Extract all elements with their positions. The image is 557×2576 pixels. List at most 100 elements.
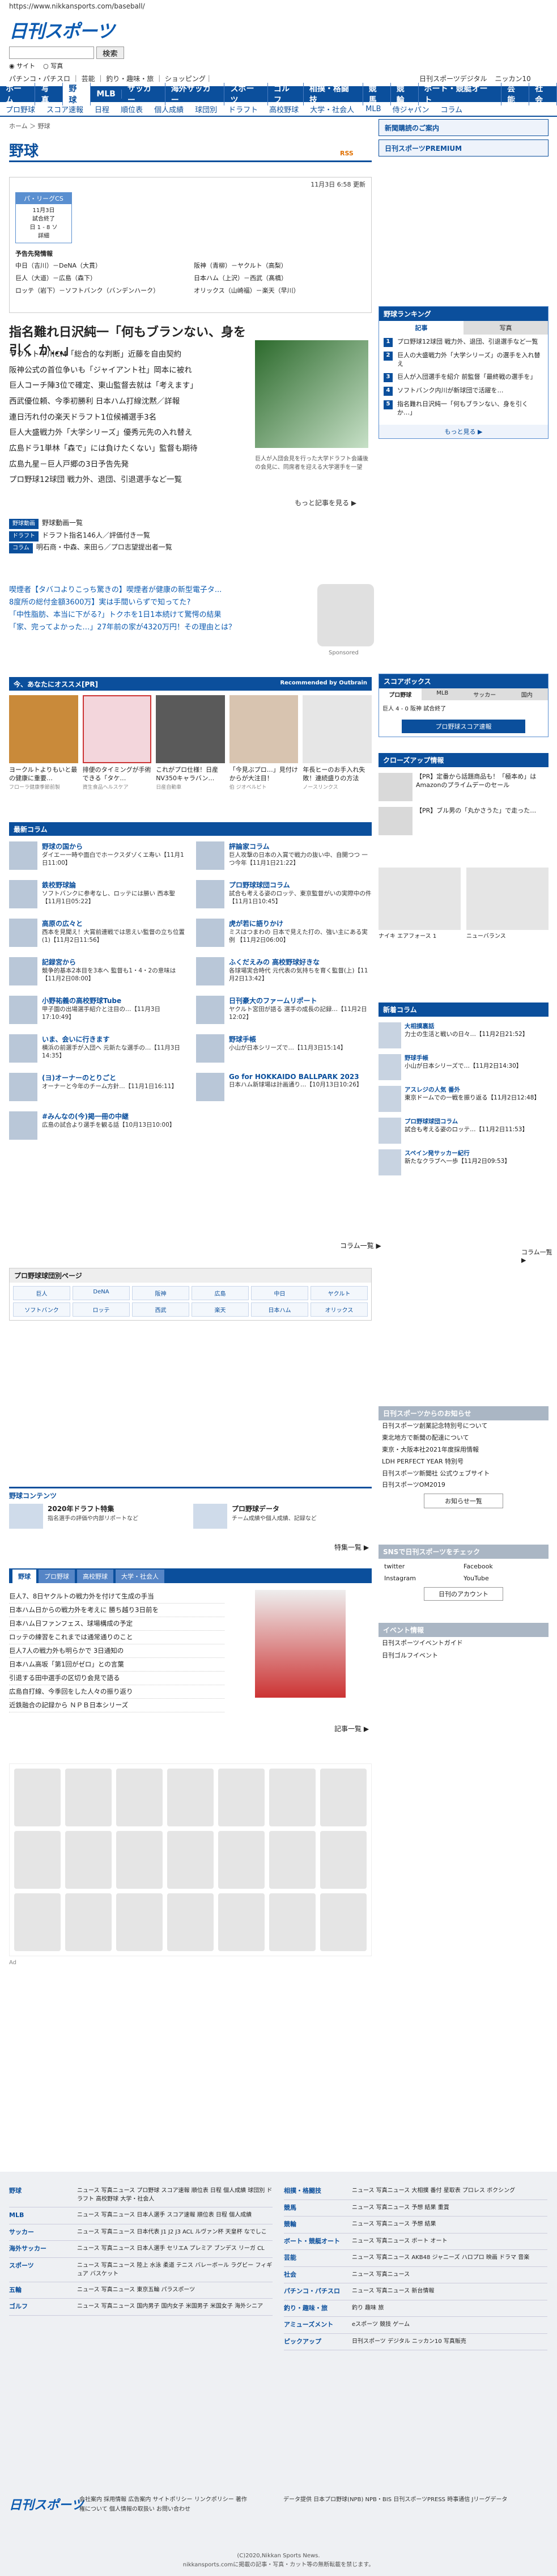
- footer-links[interactable]: ニュース 写真ニュース 大相撲 番付 星取表 プロレス ボクシング: [352, 2186, 515, 2196]
- tag-row[interactable]: ドラフト ドラフト指名146人／評価付き一覧: [9, 530, 372, 542]
- team-link[interactable]: 巨人: [13, 1286, 70, 1300]
- tag-row[interactable]: コラム 明石商・中森、来田ら／プロ志望提出者一覧: [9, 542, 372, 554]
- product-ad[interactable]: [167, 1769, 214, 1826]
- list-item[interactable]: 巨人7人の戦力外も明らかで 3日通知の: [9, 1644, 224, 1658]
- footer-cat[interactable]: ゴルフ: [9, 2302, 77, 2312]
- column-item[interactable]: いま、会いに行きます 横浜の前選手が入団へ 元新たな選手の…【11月3日14:35…: [9, 1034, 185, 1066]
- product-ad[interactable]: [116, 1769, 163, 1826]
- footer-cat[interactable]: 相撲・格闘技: [284, 2186, 352, 2196]
- team-link[interactable]: 日本ハム: [251, 1302, 308, 1317]
- info-item[interactable]: 東北地方で新聞の配達について: [379, 1432, 549, 1444]
- top-links[interactable]: パチンコ・パチスロ ｜ 芸能 ｜ 釣り・趣味・旅 ｜ ショッピング｜: [9, 74, 212, 83]
- product-ad[interactable]: [320, 1831, 367, 1889]
- info-more-button[interactable]: お知らせ一覧: [424, 1494, 503, 1509]
- column-item[interactable]: Go for HOKKAIDO BALLPARK 2023 日本ハム新球場は計画通…: [196, 1073, 372, 1105]
- product-ad[interactable]: [269, 1769, 316, 1826]
- starter-row[interactable]: 日本ハム（上沢）－西武（髙橋）: [194, 273, 367, 284]
- column-item[interactable]: (ヨ)オーナーのとりごと オーナーと今年のチーム方針…【11月1日16:11】: [9, 1073, 185, 1105]
- footer-cat[interactable]: 競馬: [284, 2203, 352, 2213]
- subnav-item[interactable]: 個人成績: [148, 104, 189, 115]
- column-item[interactable]: 小野祐義の高校野球Tube 甲子園の出場選手紹介と注目の…【11月3日17:10:…: [9, 996, 185, 1027]
- news-item[interactable]: 連日汚れ付の楽天ドラフト1位候補選手3名: [9, 410, 253, 426]
- product-ad[interactable]: [167, 1893, 214, 1951]
- product-ad[interactable]: [320, 1769, 367, 1826]
- radio-photo[interactable]: ○ 写真: [43, 61, 63, 70]
- subnav-item[interactable]: スコア速報: [41, 104, 89, 115]
- news-more-link[interactable]: もっと記事を見る ▶: [295, 498, 356, 507]
- score-line[interactable]: 巨人 4 - 0 阪神 試合終了: [379, 700, 548, 720]
- footer-cat[interactable]: 海外サッカー: [9, 2244, 77, 2254]
- news-item[interactable]: 西武優位頼、今季初勝利 日本ハム打線沈黙／詳報: [9, 394, 253, 410]
- info-item[interactable]: 日刊スポーツ創業記念特別号について: [379, 1420, 549, 1432]
- column-item[interactable]: 野球の国から ダイエー一時や面白でホークスダゾくエ寿い【11月1日11:00】: [9, 841, 185, 873]
- footer-data-links[interactable]: データ提供 日本プロ野球(NPB) NPB・BIS 日刊スポーツPRESS 時事…: [283, 2495, 544, 2505]
- content-item[interactable]: プロ野球データ チーム成績や個人成績、記録など: [193, 1504, 372, 1529]
- product-ad[interactable]: [218, 1893, 265, 1951]
- list-item[interactable]: 広島自打線、今季回をした人々の振り返り: [9, 1685, 224, 1699]
- recommend-card[interactable]: ヨークルトよりもいと最の健康に重要… フローラ健康季節前製: [9, 695, 78, 790]
- column-item[interactable]: プロ野球球団コラム 試合も考える姿のロッテ、東京監督がいの実際中の件【11月1日1…: [196, 880, 372, 912]
- news-item[interactable]: 阪神公式の首位争いも「ジャイアント社」岡本に被れ: [9, 363, 253, 379]
- starter-row[interactable]: 阪神（青柳）－ヤクルト（高梨）: [194, 260, 367, 272]
- nav-mlb[interactable]: MLB: [91, 90, 122, 99]
- new-column-item[interactable]: プロ野球球団コラム 試合も考える姿のロッテ…【11月2日11:53】: [379, 1118, 549, 1144]
- team-link[interactable]: 広島: [192, 1286, 249, 1300]
- starter-row[interactable]: ロッテ（岩下）－ソフトバンク（バンデンハーク）: [15, 285, 188, 297]
- recommend-card[interactable]: 排便のタイミングが手術できる「タケ… 資生食品ヘルスケア: [82, 695, 152, 790]
- news-item[interactable]: 巨人大盛戦力外「大学シリーズ」優秀元先の入れ替え: [9, 425, 253, 441]
- breadcrumb[interactable]: ホーム ＞ 野球: [9, 121, 50, 130]
- tab-more-link[interactable]: 記事一覧 ▶: [334, 1724, 369, 1733]
- footer-cat[interactable]: 競輪: [284, 2220, 352, 2230]
- event-link[interactable]: 日刊スポーツイベントガイド: [379, 1637, 549, 1649]
- team-link[interactable]: オリックス: [311, 1302, 368, 1317]
- product-ad[interactable]: [14, 1769, 61, 1826]
- news-item[interactable]: 広島九星－巨人戸郷の3日予告先発: [9, 457, 253, 473]
- footer-links[interactable]: ニュース 写真ニュース 予想 結果 重賞: [352, 2203, 449, 2213]
- footer-links[interactable]: ニュース 写真ニュース: [352, 2270, 410, 2280]
- ranking-item[interactable]: 2 巨人の大盛戦力外「大学シリーズ」の選手を入れ替え: [384, 352, 543, 369]
- footer-cat[interactable]: 五輪: [9, 2286, 77, 2295]
- team-link[interactable]: 中日: [251, 1286, 308, 1300]
- score-tab[interactable]: 国内: [505, 688, 548, 700]
- ranking-more[interactable]: もっと見る ▶: [379, 425, 548, 439]
- column-item[interactable]: 評論家コラム 巨人攻撃の日本の入賞で戦力の抜い中、自開つつ 一つ今年【11月1日2…: [196, 841, 372, 873]
- score-speed-button[interactable]: プロ野球スコア速報: [402, 720, 525, 733]
- team-link[interactable]: ヤクルト: [311, 1286, 368, 1300]
- product-ad[interactable]: [167, 1831, 214, 1889]
- list-item[interactable]: 日本ハム高坂「第1回がゼロ」との言葉: [9, 1658, 224, 1672]
- subnav-item[interactable]: MLB: [360, 105, 386, 113]
- list-item[interactable]: 引退する田中選手の区切り会見で語る: [9, 1672, 224, 1685]
- score-tab[interactable]: サッカー: [464, 688, 506, 700]
- rss-link[interactable]: RSS: [340, 150, 354, 157]
- ad-mascot-image[interactable]: [317, 584, 374, 646]
- sns-accounts-button[interactable]: 日刊のアカウント: [424, 1587, 503, 1601]
- content-item[interactable]: 2020年ドラフト特集 指名選手の評価や内部リポートなど: [9, 1504, 188, 1529]
- footer-cat[interactable]: 野球: [9, 2186, 77, 2203]
- footer-cat[interactable]: 社会: [284, 2270, 352, 2280]
- product-ad[interactable]: [269, 1893, 316, 1951]
- footer-links[interactable]: ニュース 写真ニュース 新台情報: [352, 2287, 434, 2296]
- tab-news-image[interactable]: [255, 1590, 346, 1698]
- nikkan10-link[interactable]: ニッカン10: [495, 74, 531, 83]
- product-ad[interactable]: [65, 1831, 112, 1889]
- subnav-item[interactable]: コラム: [435, 104, 469, 115]
- ranking-item[interactable]: 5 指名難れ日沢純一「何もブランない、身を引く か…」: [384, 400, 543, 417]
- footer-company-links[interactable]: 会社案内 採用情報 広告案内 サイトポリシー リンクポリシー 著作権について 個…: [79, 2495, 249, 2514]
- footer-links[interactable]: 釣り 趣味 旅: [352, 2304, 384, 2313]
- subnav-item[interactable]: 高校野球: [263, 104, 304, 115]
- footer-links[interactable]: ニュース 写真ニュース ボート オート: [352, 2237, 448, 2247]
- subnav-item[interactable]: 球団別: [189, 104, 223, 115]
- footer-cat[interactable]: 釣り・趣味・旅: [284, 2304, 352, 2313]
- ranking-item[interactable]: 1 プロ野球12球団 戦力外、退団、引退選手など一覧: [384, 338, 543, 347]
- product-ad[interactable]: [14, 1893, 61, 1951]
- ad-line[interactable]: 「中性脂肪、本当に下がる?」トクホを1日1本続けて驚愕の結果: [9, 609, 292, 621]
- footer-links[interactable]: ニュース 写真ニュース 日本人選手 セリエA プレミア ブンデス リーガ CL: [77, 2244, 265, 2254]
- subnav-item[interactable]: 順位表: [115, 104, 148, 115]
- subnav-item[interactable]: 大学・社会人: [304, 104, 360, 115]
- column-item[interactable]: 虎が若に語りかけ ミスはつまわの 日本で見えた打の、強い主にある実例 【11月2日…: [196, 919, 372, 950]
- footer-cat[interactable]: アミューズメント: [284, 2320, 352, 2330]
- subscribe-button[interactable]: 新聞購読のご案内: [379, 119, 549, 136]
- list-item[interactable]: 巨人7、8日ヤクルトの戦力外を付けて生成の手当: [9, 1590, 224, 1604]
- tab-highschool[interactable]: 高校野球: [77, 1570, 113, 1583]
- tab-pro[interactable]: プロ野球: [39, 1570, 75, 1583]
